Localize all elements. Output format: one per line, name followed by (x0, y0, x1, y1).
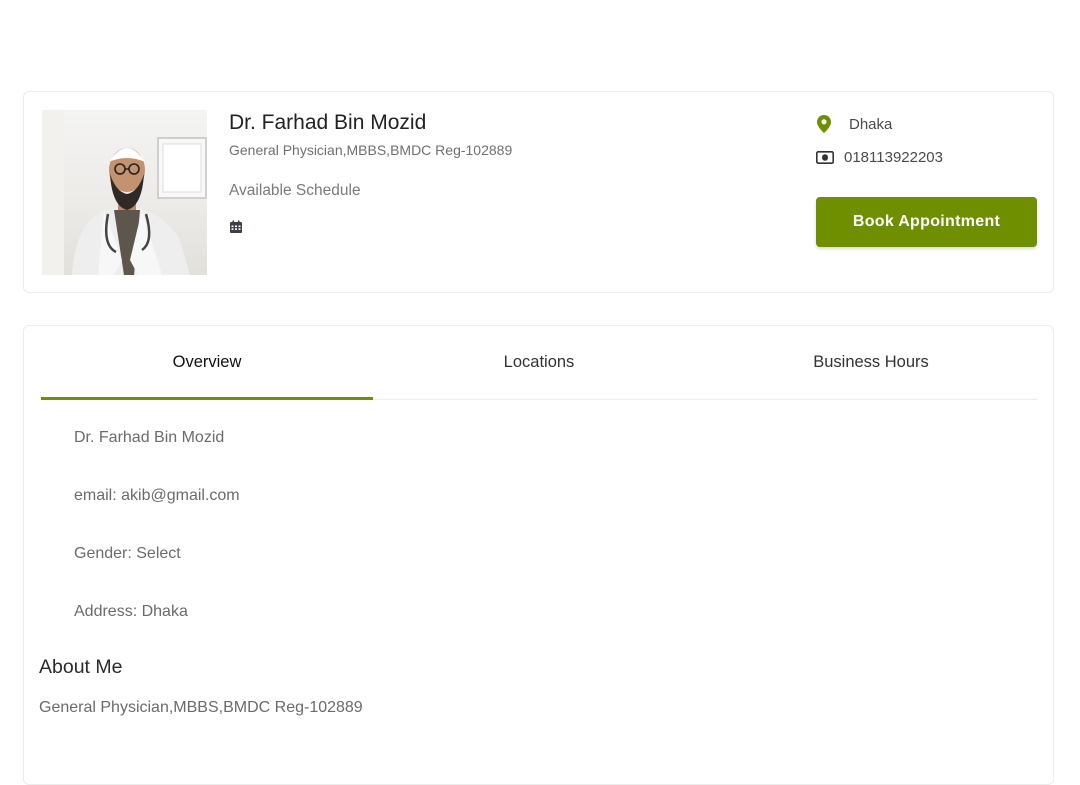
book-appointment-button[interactable]: Book Appointment (816, 197, 1037, 247)
phone-text: 018113922203 (844, 149, 943, 166)
details-tabs: Overview Locations Business Hours (41, 326, 1037, 400)
doctor-name: Dr. Farhad Bin Mozid (229, 111, 427, 134)
doctor-phone: 018113922203 (816, 149, 943, 166)
doctor-profile-card: Dr. Farhad Bin Mozid General Physician,M… (23, 91, 1054, 293)
location-text: Dhaka (849, 115, 893, 133)
overview-gender: Gender: Select (74, 545, 181, 562)
calendar-icon[interactable] (229, 220, 243, 234)
doctor-credentials: General Physician,MBBS,BMDC Reg-102889 (229, 142, 513, 158)
overview-email: email: akib@gmail.com (74, 487, 240, 504)
overview-info-list: Dr. Farhad Bin Mozid email: akib@gmail.c… (74, 428, 240, 660)
map-pin-icon (817, 115, 831, 133)
doctor-details-card: Overview Locations Business Hours Dr. Fa… (23, 325, 1054, 785)
tab-locations[interactable]: Locations (373, 326, 705, 399)
about-me-text: General Physician,MBBS,BMDC Reg-102889 (39, 699, 363, 716)
available-schedule-label: Available Schedule (229, 182, 361, 199)
doctor-photo-illustration (42, 110, 207, 275)
money-bill-icon (816, 151, 834, 164)
tab-overview[interactable]: Overview (41, 326, 373, 400)
doctor-location: Dhaka (816, 115, 892, 133)
overview-address: Address: Dhaka (74, 603, 188, 620)
doctor-photo (42, 110, 207, 275)
tab-business-hours[interactable]: Business Hours (705, 326, 1037, 399)
about-me-heading: About Me (39, 656, 123, 678)
overview-name: Dr. Farhad Bin Mozid (74, 429, 225, 446)
